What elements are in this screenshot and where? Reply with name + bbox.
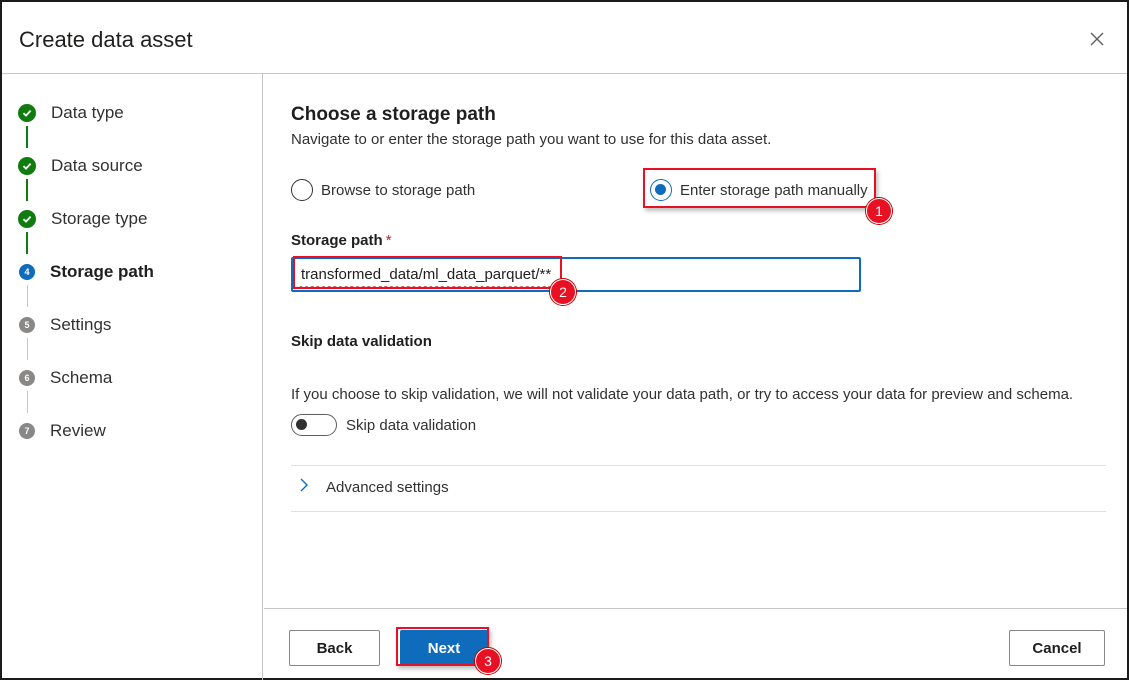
chevron-right-icon (298, 477, 310, 498)
step-connector (26, 179, 28, 201)
divider (291, 465, 1106, 466)
enter-storage-path-manually-option[interactable]: Enter storage path manually (650, 179, 868, 201)
storage-path-label-text: Storage path (291, 232, 383, 249)
step-label: Storage path (50, 262, 154, 281)
toggle-knob (296, 419, 307, 430)
step-label: Storage type (51, 209, 148, 228)
radio-label: Browse to storage path (321, 181, 476, 199)
step-number-badge: 5 (19, 317, 35, 333)
step-connector (26, 126, 28, 148)
divider (291, 511, 1106, 512)
step-number-badge: 6 (19, 370, 35, 386)
step-review: 7 Review (18, 419, 106, 443)
browse-storage-path-option[interactable]: Browse to storage path (291, 179, 475, 201)
radio-button[interactable] (291, 179, 313, 201)
step-settings: 5 Settings (18, 313, 111, 337)
dialog-header: Create data asset (2, 2, 1127, 74)
step-schema: 6 Schema (18, 366, 112, 390)
checkmark-icon (18, 104, 36, 122)
page-description: Navigate to or enter the storage path yo… (291, 131, 772, 148)
main-panel: Choose a storage path Navigate to or ent… (264, 74, 1127, 609)
radio-label: Enter storage path manually (680, 181, 868, 199)
close-icon[interactable] (1085, 27, 1109, 51)
skip-validation-toggle-row: Skip data validation (291, 414, 476, 436)
step-connector (27, 391, 28, 413)
spellcheck-underline (300, 286, 562, 289)
step-storage-path[interactable]: 4 Storage path (18, 260, 154, 284)
step-label: Settings (50, 315, 112, 334)
annotation-marker: 2 (550, 279, 576, 305)
skip-validation-description: If you choose to skip validation, we wil… (291, 386, 1074, 403)
step-label: Schema (50, 368, 113, 387)
annotation-marker: 3 (475, 648, 501, 674)
step-number-badge: 4 (19, 264, 35, 280)
step-storage-type[interactable]: Storage type (18, 207, 147, 231)
advanced-settings-label: Advanced settings (326, 479, 449, 496)
page-title: Choose a storage path (291, 104, 496, 125)
checkmark-icon (18, 157, 36, 175)
step-connector (27, 338, 28, 360)
step-connector (26, 232, 28, 254)
advanced-settings-expander[interactable]: Advanced settings (298, 477, 449, 498)
skip-validation-toggle[interactable] (291, 414, 337, 436)
step-label: Review (50, 421, 106, 440)
step-connector (27, 285, 28, 307)
step-label: Data type (51, 103, 124, 122)
step-data-type[interactable]: Data type (18, 101, 124, 125)
skip-validation-heading: Skip data validation (291, 333, 432, 350)
step-number-badge: 7 (19, 423, 35, 439)
back-button[interactable]: Back (289, 630, 380, 666)
dialog-footer: Back Next Cancel (264, 608, 1127, 680)
create-data-asset-dialog: Create data asset Data type Data source (0, 0, 1129, 680)
radio-button[interactable] (650, 179, 672, 201)
toggle-label: Skip data validation (346, 416, 477, 434)
wizard-steps: Data type Data source Storage type 4 Sto… (2, 74, 263, 680)
storage-path-label: Storage path * (291, 232, 392, 249)
step-data-source[interactable]: Data source (18, 154, 143, 178)
step-label: Data source (51, 156, 143, 175)
checkmark-icon (18, 210, 36, 228)
cancel-button[interactable]: Cancel (1009, 630, 1105, 666)
dialog-title: Create data asset (19, 27, 193, 52)
annotation-marker: 1 (866, 198, 892, 224)
required-indicator: * (385, 232, 392, 249)
